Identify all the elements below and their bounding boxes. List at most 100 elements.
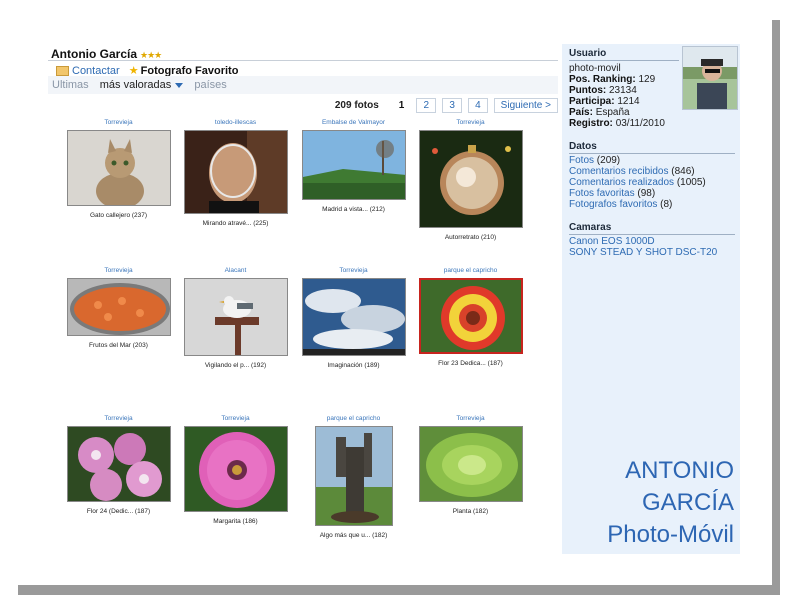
comments-received-count: (846)	[671, 166, 695, 177]
photo-thumbnail[interactable]	[66, 426, 171, 502]
photo-card: Torrevieja Margarita (186)	[177, 414, 294, 525]
photo-caption: Algo más que u... (182)	[319, 532, 388, 539]
country-value: España	[595, 107, 630, 118]
brand-watermark: ANTONIO GARCÍA Photo-Móvil	[607, 455, 734, 551]
photo-thumbnail[interactable]	[314, 426, 393, 526]
profile-header: Antonio García ★★★	[51, 47, 162, 61]
next-page-button[interactable]: Siguiente >	[493, 98, 558, 113]
photo-thumbnail[interactable]	[66, 130, 171, 206]
fotos-link[interactable]: Fotos	[569, 155, 594, 166]
photo-thumbnail[interactable]	[183, 130, 288, 214]
photo-card: Torrevieja Imaginación (189)	[295, 266, 412, 369]
camera-link[interactable]: SONY STEAD Y SHOT DSC-T20	[569, 247, 717, 258]
tab-label: países	[194, 79, 227, 91]
points-label: Puntos:	[569, 85, 607, 96]
photo-location-link[interactable]: Torrevieja	[295, 266, 412, 276]
favorite-photographers-link[interactable]: Fotografos favoritos	[569, 199, 657, 210]
photo-thumbnail[interactable]	[66, 278, 171, 336]
chevron-down-icon	[175, 82, 184, 88]
photo-caption: Margarita (186)	[213, 518, 258, 525]
favorite-photos-row: Fotos favoritas (98)	[569, 188, 655, 199]
country-row: País: España	[569, 107, 630, 118]
photo-location-link[interactable]: Torrevieja	[60, 118, 177, 128]
user-heading: Usuario	[569, 48, 607, 59]
data-heading: Datos	[569, 141, 597, 152]
tab-label: más valoradas	[99, 79, 172, 91]
photo-location-link[interactable]: toledo-illescas	[177, 118, 294, 128]
brand-line: GARCÍA	[641, 489, 734, 516]
ranking-row: Pos. Ranking: 129	[569, 74, 655, 85]
photo-location-link[interactable]: Torrevieja	[412, 414, 529, 424]
photo-caption: Gato callejero (237)	[89, 212, 148, 219]
points-row: Puntos: 23134	[569, 85, 637, 96]
photo-thumbnail[interactable]	[418, 426, 523, 502]
photo-thumbnail[interactable]	[418, 130, 523, 228]
page-4[interactable]: 4	[467, 98, 488, 113]
photo-thumbnail[interactable]	[301, 130, 406, 200]
tab-ultimas[interactable]: Ultimas	[52, 79, 89, 91]
photo-thumbnail[interactable]	[183, 426, 288, 512]
photo-card: Torrevieja Frutos del Mar (203)	[60, 266, 177, 349]
comments-received-link[interactable]: Comentarios recibidos	[569, 166, 669, 177]
avatar[interactable]	[682, 46, 738, 110]
photo-location-link[interactable]: Torrevieja	[60, 266, 177, 276]
photo-card: Torrevieja Gato callejero (237)	[60, 118, 177, 219]
fotos-count: (209)	[596, 155, 621, 166]
divider	[569, 153, 735, 154]
registro-row: Registro: 03/11/2010	[569, 118, 665, 129]
photo-location-link[interactable]: parque el capricho	[295, 414, 412, 424]
rating-stars-icon: ★★★	[140, 50, 162, 60]
photo-location-link[interactable]: Torrevieja	[177, 414, 294, 424]
favorite-photographers-row: Fotografos favoritos (8)	[569, 199, 672, 210]
comments-received-row: Comentarios recibidos (846)	[569, 166, 695, 177]
page-2[interactable]: 2	[416, 98, 437, 113]
points-value: 23134	[609, 85, 637, 96]
page-1: 1	[398, 100, 405, 111]
comments-made-row: Comentarios realizados (1005)	[569, 177, 706, 188]
photo-card: toledo-illescas Mirando atravé... (225)	[177, 118, 294, 227]
photo-thumbnail[interactable]	[183, 278, 288, 356]
photo-location-link[interactable]: Alacant	[177, 266, 294, 276]
photo-location-link[interactable]: Torrevieja	[60, 414, 177, 424]
camera-link[interactable]: Canon EOS 1000D	[569, 236, 655, 247]
brand-line: Photo-Móvil	[607, 521, 734, 548]
photo-location-link[interactable]: Torrevieja	[412, 118, 529, 128]
tab-mas-valoradas[interactable]: más valoradas	[100, 79, 184, 91]
pagination: 209 fotos 1 2 3 4 Siguiente >	[335, 98, 558, 113]
photo-caption: Madrid a vista... (212)	[322, 206, 385, 213]
photo-card: Torrevieja Flor 24 (Dedic... (187)	[60, 414, 177, 515]
cameras-heading: Camaras	[569, 222, 612, 233]
photo-caption: Frutos del Mar (203)	[89, 342, 148, 349]
photo-card: parque el capricho Flor 23 Dedica... (187…	[412, 266, 529, 367]
divider	[569, 60, 679, 61]
tab-paises[interactable]: países	[194, 79, 226, 91]
photo-location-link[interactable]: parque el capricho	[412, 266, 529, 276]
favorite-photographers-count: (8)	[660, 199, 673, 210]
country-label: País:	[569, 107, 593, 118]
photo-thumbnail[interactable]	[301, 278, 406, 356]
photo-card: parque el capricho Algo más que u... (182…	[295, 414, 412, 539]
photo-caption: Imaginación (189)	[327, 362, 380, 369]
ranking-value: 129	[638, 74, 656, 85]
favorite-photos-count: (98)	[637, 188, 656, 199]
comments-made-count: (1005)	[676, 177, 706, 188]
tab-label: Ultimas	[52, 79, 89, 91]
comments-made-link[interactable]: Comentarios realizados	[569, 177, 674, 188]
profile-name: Antonio García	[51, 47, 138, 61]
registro-label: Registro:	[569, 118, 613, 129]
photo-card: Alacant Vigilando el p... (192)	[177, 266, 294, 369]
sort-tabs: Ultimas más valoradas países	[52, 79, 558, 94]
photo-card: Embalse de Valmayor Madrid a vista... (21…	[295, 118, 412, 213]
photo-thumbnail[interactable]	[418, 278, 523, 354]
ranking-label: Pos. Ranking:	[569, 74, 636, 85]
photo-caption: Autorretrato (210)	[444, 234, 497, 241]
page-3[interactable]: 3	[442, 98, 463, 113]
header-divider	[48, 60, 558, 61]
favorite-photos-link[interactable]: Fotos favoritas	[569, 188, 635, 199]
photo-caption: Mirando atravé... (225)	[202, 220, 269, 227]
photo-caption: Planta (182)	[452, 508, 489, 515]
photo-location-link[interactable]: Embalse de Valmayor	[295, 118, 412, 128]
brand-line: ANTONIO	[625, 457, 734, 484]
photo-card: Torrevieja Planta (182)	[412, 414, 529, 515]
participa-row: Participa: 1214	[569, 96, 640, 107]
